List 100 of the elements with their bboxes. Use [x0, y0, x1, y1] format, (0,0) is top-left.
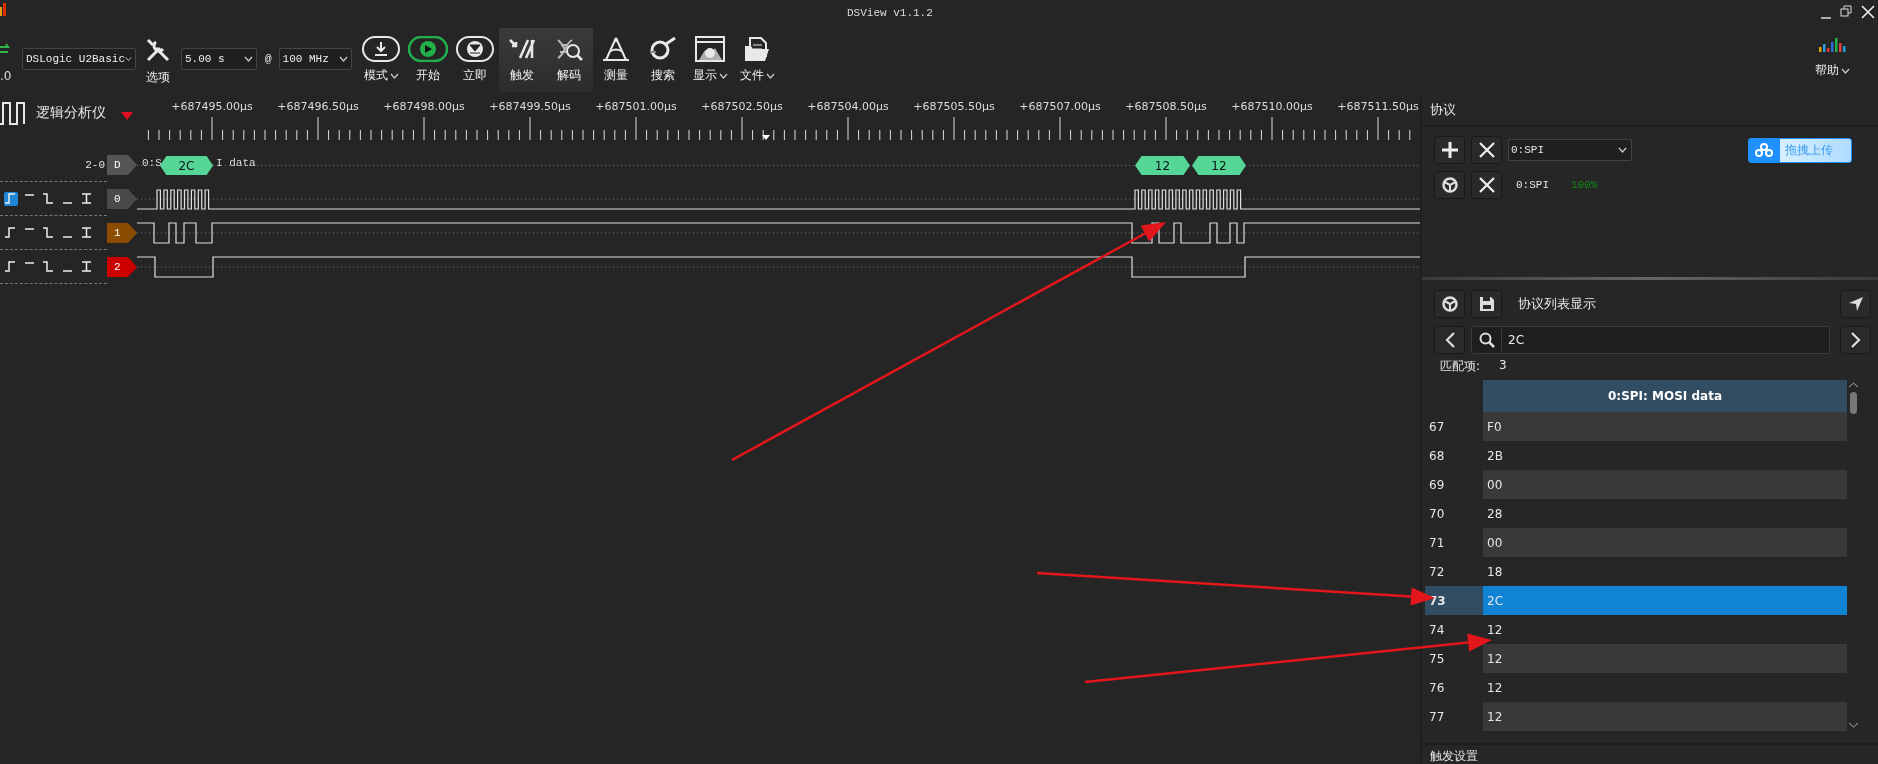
wheel-icon — [1441, 296, 1458, 312]
channel-label[interactable]: 0 — [107, 189, 137, 209]
row-number: 74 — [1428, 621, 1446, 639]
edge-trigger-icon[interactable] — [80, 225, 94, 240]
decoded-value[interactable]: 12 — [1192, 156, 1246, 175]
match-count: 3 — [1499, 358, 1507, 374]
rising-trigger-icon[interactable] — [4, 225, 18, 240]
time-label: +687508.50μs — [1125, 100, 1207, 113]
table-cell[interactable]: 00 — [1483, 470, 1847, 499]
help-button[interactable]: 帮助 — [1809, 62, 1856, 80]
table-cell[interactable]: 12 — [1483, 673, 1847, 702]
settings-button[interactable] — [1434, 171, 1465, 199]
decoder-progress: 100% — [1571, 179, 1598, 191]
decoder-name: 0:SPI — [1516, 179, 1549, 191]
mode-label: 逻辑分析仪 — [36, 104, 106, 122]
row-number: 75 — [1428, 650, 1446, 668]
rising-trigger-icon[interactable] — [4, 259, 18, 274]
decode-button[interactable]: 解码 — [545, 28, 593, 92]
close-button[interactable] — [1471, 136, 1502, 164]
caret-icon — [338, 56, 348, 62]
start-button[interactable]: 开始 — [404, 28, 452, 92]
chevron-left-icon — [1443, 332, 1456, 348]
table-cell[interactable]: 12 — [1483, 702, 1847, 731]
device-select[interactable]: DSLogic U2Basic — [22, 48, 136, 70]
measure-button[interactable]: 测量 — [592, 28, 640, 92]
row-number: 77 — [1428, 708, 1446, 726]
channel-label[interactable]: 1 — [107, 223, 137, 243]
rising-trigger-icon[interactable] — [4, 191, 18, 206]
channel-label[interactable]: 2 — [107, 257, 137, 277]
table-cell[interactable]: 28 — [1483, 499, 1847, 528]
samplerate-select[interactable]: 100 MHz — [278, 48, 352, 70]
decoder-title: I data — [216, 157, 256, 169]
add-button[interactable] — [1434, 136, 1465, 164]
next-button[interactable] — [1840, 326, 1871, 354]
instant-button[interactable]: 立即 — [451, 28, 499, 92]
locate-button[interactable] — [1840, 290, 1871, 318]
cloud-icon — [1755, 143, 1773, 157]
display-icon — [695, 36, 726, 62]
decoder-label[interactable]: D — [107, 155, 137, 175]
trigger-button[interactable]: 触发 — [498, 28, 546, 92]
match-label: 匹配项: — [1440, 358, 1481, 375]
search-button[interactable]: 搜索 — [639, 28, 687, 92]
search-icon — [1478, 332, 1495, 348]
time-label: +687502.50μs — [701, 100, 783, 113]
time-label: +687501.00μs — [595, 100, 677, 113]
decoded-value[interactable]: 12 — [1135, 156, 1190, 175]
table-cell[interactable]: 12 — [1483, 615, 1847, 644]
scrollbar[interactable] — [1847, 380, 1860, 731]
folder-icon — [743, 36, 772, 62]
search-field[interactable]: 2C — [1471, 326, 1830, 354]
version-text: .0 — [0, 69, 13, 83]
previous-button[interactable] — [1434, 326, 1465, 354]
display-button[interactable]: 显示 — [686, 28, 734, 92]
table-cell[interactable]: 12 — [1483, 644, 1847, 673]
row-number: 76 — [1428, 679, 1446, 697]
file-button[interactable]: 文件 — [733, 28, 781, 92]
caret-icon — [1618, 147, 1627, 153]
caret-icon — [125, 56, 132, 62]
table-cell[interactable]: F0 — [1483, 412, 1847, 441]
close-icon[interactable] — [1860, 4, 1876, 20]
decoder-select[interactable]: 0:SPI — [1508, 139, 1632, 161]
falling-trigger-icon[interactable] — [42, 225, 56, 240]
time-label: +687510.00μs — [1231, 100, 1313, 113]
at-label: @ — [265, 53, 272, 65]
square-wave-icon — [0, 100, 26, 126]
download-icon — [362, 36, 401, 62]
time-label: +687495.00μs — [171, 100, 253, 113]
floppy-icon — [1478, 296, 1495, 312]
table-cell[interactable]: 2B — [1483, 441, 1847, 470]
falling-trigger-icon[interactable] — [42, 191, 56, 206]
close-button[interactable] — [1471, 171, 1502, 199]
column-header[interactable]: 0:SPI: MOSI data — [1483, 380, 1847, 412]
row-number: 73 — [1425, 586, 1483, 615]
duration-select[interactable]: 5.00 s — [181, 48, 257, 70]
window-title: DSView v1.1.2 — [847, 7, 933, 19]
decode-icon — [555, 36, 584, 62]
table-cell[interactable]: 00 — [1483, 528, 1847, 557]
settings-button[interactable] — [1434, 290, 1465, 318]
chevron-right-icon — [1849, 332, 1862, 348]
navigation-arrow-icon — [1847, 296, 1864, 312]
decoded-value[interactable]: 2C — [160, 156, 213, 175]
time-label: +687511.50μs — [1337, 100, 1419, 113]
row-number: 67 — [1428, 418, 1446, 436]
decoder-title: 0:S — [142, 157, 162, 169]
mode-button[interactable]: 模式 — [357, 28, 405, 92]
edge-trigger-icon[interactable] — [80, 191, 94, 206]
caret-icon — [244, 56, 253, 62]
row-number: 72 — [1428, 563, 1446, 581]
table-cell[interactable]: 18 — [1483, 557, 1847, 586]
row-number: 68 — [1428, 447, 1446, 465]
falling-trigger-icon[interactable] — [42, 259, 56, 274]
options-button[interactable]: 选项 — [142, 28, 174, 92]
close-icon — [1478, 177, 1495, 193]
edge-trigger-icon[interactable] — [80, 259, 94, 274]
restore-icon[interactable] — [1840, 4, 1852, 20]
play-icon — [408, 36, 449, 62]
close-icon — [1478, 142, 1495, 158]
stop-icon — [456, 36, 495, 62]
save-button[interactable] — [1471, 290, 1502, 318]
row-number: 70 — [1428, 505, 1446, 523]
